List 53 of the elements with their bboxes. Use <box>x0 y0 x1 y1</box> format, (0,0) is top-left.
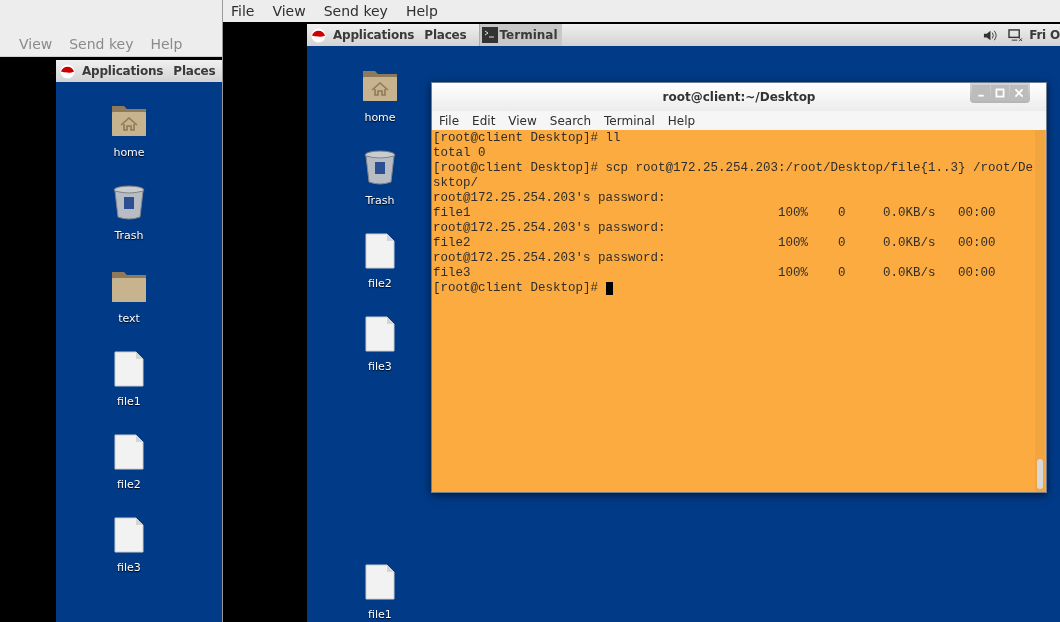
terminal-line: file3 100% 0 0.0KB/s 00:00 <box>433 266 996 281</box>
icon-label: home <box>364 111 396 125</box>
trash-icon[interactable] <box>111 185 147 221</box>
file-icon[interactable] <box>111 517 147 553</box>
menu-item[interactable]: View <box>508 113 537 128</box>
panel-menu[interactable]: Applications <box>82 64 164 78</box>
menu-item[interactable]: Help <box>667 113 696 128</box>
network-icon[interactable] <box>1008 28 1024 42</box>
terminal-line: root@172.25.254.203's password: <box>433 251 666 266</box>
terminal-line: sktop/ <box>433 176 478 191</box>
hat-icon <box>60 63 75 79</box>
trash-icon[interactable] <box>362 150 398 186</box>
clock[interactable]: Fri O <box>1029 28 1060 42</box>
menu-item[interactable]: Search <box>549 113 592 128</box>
terminal-line: [root@client Desktop]# scp root@172.25.254.203:/root/Desktop/file{1..3} /root/De <box>433 161 1034 176</box>
icon-label: file2 <box>368 277 392 291</box>
hat-icon <box>311 27 326 43</box>
file-icon[interactable] <box>362 233 398 269</box>
icon-label: file3 <box>368 360 392 374</box>
menu-item[interactable]: Send key <box>323 3 388 19</box>
volume-icon[interactable] <box>983 28 999 42</box>
icon-label: text <box>118 312 140 326</box>
terminal-line: [root@client Desktop]# ll <box>433 131 621 146</box>
window-title: root@client:~/Desktop <box>662 90 816 104</box>
icon-label: file2 <box>117 478 141 492</box>
terminal-icon <box>481 27 498 43</box>
panel-menu[interactable]: Applications <box>333 28 415 42</box>
icon-label: Trash <box>365 194 395 208</box>
terminal-line: root@172.25.254.203's password: <box>433 191 666 206</box>
terminal-line: [root@client Desktop]# <box>433 281 599 296</box>
icon-label: home <box>113 146 145 160</box>
icon-label: file1 <box>117 395 141 409</box>
file-icon[interactable] <box>362 316 398 352</box>
menu-item[interactable]: File <box>439 113 460 128</box>
file-icon[interactable] <box>362 564 398 600</box>
menu-item[interactable]: Edit <box>472 113 496 128</box>
terminal-line: total 0 <box>433 146 486 161</box>
taskbar-button[interactable]: Terminal <box>479 24 562 46</box>
file-icon[interactable] <box>111 351 147 387</box>
menu-item[interactable]: Terminal <box>604 113 655 128</box>
icon-label: file1 <box>368 608 392 622</box>
menu-item[interactable]: Help <box>405 3 438 19</box>
icon-label: file3 <box>117 561 141 575</box>
terminal-line: file2 100% 0 0.0KB/s 00:00 <box>433 236 996 251</box>
panel-menu[interactable]: Places <box>424 28 467 42</box>
icon-label: Trash <box>114 229 144 243</box>
file-icon[interactable] <box>111 434 147 470</box>
menu-item[interactable]: View <box>272 3 306 19</box>
panel-menu[interactable]: Places <box>173 64 216 78</box>
terminal-line: file1 100% 0 0.0KB/s 00:00 <box>433 206 996 221</box>
terminal-line: root@172.25.254.203's password: <box>433 221 666 236</box>
menu-item[interactable]: File <box>231 3 255 19</box>
scrollbar[interactable] <box>1035 130 1046 492</box>
